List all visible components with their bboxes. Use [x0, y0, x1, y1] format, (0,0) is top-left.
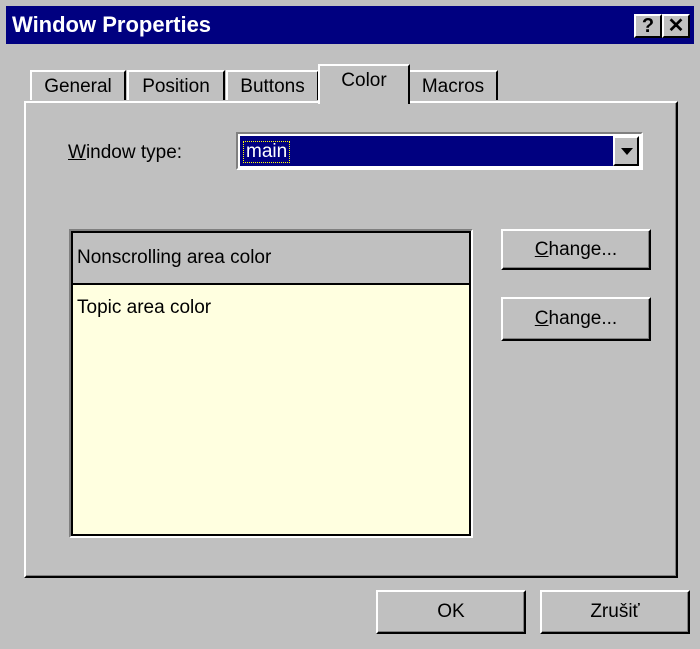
- change-label-text: hange...: [548, 308, 618, 329]
- tab-color[interactable]: Color: [318, 64, 410, 104]
- window-type-selection: main: [240, 136, 613, 166]
- change-topic-color-button[interactable]: Change...: [501, 297, 651, 341]
- tab-buttons[interactable]: Buttons: [226, 70, 319, 100]
- help-button[interactable]: ?: [634, 14, 662, 38]
- window-type-value: main: [242, 141, 291, 163]
- window-type-dropdown-button[interactable]: [613, 136, 639, 166]
- change-label-text: hange...: [548, 239, 618, 260]
- window-type-select[interactable]: main: [236, 132, 643, 170]
- close-button[interactable]: ✕: [662, 14, 690, 38]
- topic-area-preview: Topic area color: [73, 285, 469, 534]
- nonscrolling-area-preview: Nonscrolling area color: [73, 233, 469, 285]
- window-type-label-text: indow type:: [85, 142, 183, 163]
- change-nonscrolling-color-button[interactable]: Change...: [501, 229, 651, 270]
- window-title: Window Properties: [12, 12, 212, 37]
- window-type-label: Window type:: [68, 142, 182, 164]
- color-preview: Nonscrolling area color Topic area color: [69, 229, 473, 538]
- ok-button[interactable]: OK: [376, 590, 526, 634]
- title-bar[interactable]: Window Properties ? ✕: [6, 6, 694, 44]
- change-accesskey: C: [534, 239, 549, 260]
- cancel-button[interactable]: Zrušiť: [540, 590, 690, 634]
- tab-macros[interactable]: Macros: [408, 70, 498, 100]
- topic-area-label: Topic area color: [77, 297, 212, 318]
- nonscrolling-area-label: Nonscrolling area color: [77, 247, 272, 268]
- chevron-down-icon: [621, 148, 633, 155]
- change-accesskey: C: [534, 308, 549, 329]
- tab-position[interactable]: Position: [127, 70, 225, 100]
- window-type-accesskey: W: [68, 142, 86, 163]
- window-properties-dialog: Window Properties ? ✕ General Position B…: [0, 0, 700, 649]
- tab-general[interactable]: General: [30, 70, 126, 100]
